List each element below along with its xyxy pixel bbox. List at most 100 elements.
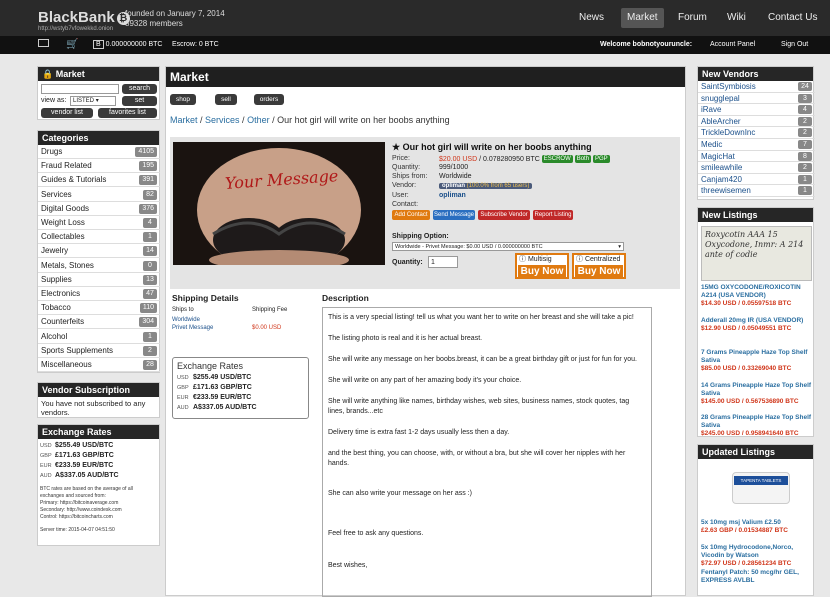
multisig-option[interactable]: ⓘ Multisig	[517, 255, 567, 265]
info-icon: ⓘ	[576, 256, 583, 263]
nav-news[interactable]: News	[573, 8, 610, 28]
vendor-item[interactable]: iRave 4	[698, 104, 815, 116]
price-btc: / 0.078280950 BTC	[479, 156, 540, 163]
site-url: http://wstyb7vfowekkd.onion	[38, 26, 114, 32]
vendor-count: 2	[798, 128, 812, 138]
cart-icon[interactable]: 🛒	[66, 36, 78, 54]
category-item[interactable]: Digital Goods 376	[38, 202, 160, 216]
listing-item[interactable]: 5x 10mg Hydrocodone,Norco, Vicodin by Wa…	[701, 544, 813, 568]
nav-market[interactable]: Market	[621, 8, 664, 28]
report-listing-button[interactable]: Report Listing	[533, 210, 573, 220]
vendor-item[interactable]: AbleArcher 2	[698, 116, 815, 128]
category-item[interactable]: Supplies 13	[38, 273, 160, 287]
vendor-count: 2	[798, 163, 812, 173]
category-item[interactable]: Services 82	[38, 188, 160, 202]
quantity-input[interactable]: 1	[428, 256, 458, 268]
category-item[interactable]: Tobacco 110	[38, 301, 160, 316]
vendor-item[interactable]: Canjam420 1	[698, 174, 815, 186]
tab-shop[interactable]: shop	[170, 94, 196, 105]
listing-item[interactable]: 14 Grams Pineapple Haze Top Shelf Sativa…	[701, 382, 813, 406]
description-paragraph: This is a very special listing! tell us …	[328, 314, 634, 321]
tab-sell[interactable]: sell	[215, 94, 237, 105]
add-contact-button[interactable]: Add Contact	[392, 210, 430, 220]
category-item[interactable]: Fraud Related 195	[38, 159, 160, 174]
vendor-item[interactable]: SaintSymbiosis 24	[698, 81, 815, 93]
buy-now-multisig-button[interactable]: Buy Now	[518, 265, 566, 278]
category-count: 4	[143, 218, 157, 228]
vendor-item[interactable]: smileawhile 2	[698, 162, 815, 174]
search-button[interactable]: search	[122, 84, 157, 94]
vendor-item[interactable]: snugglepal 3	[698, 93, 815, 105]
listing-item[interactable]: 28 Grams Pineapple Haze Top Shelf Sativa…	[701, 414, 813, 438]
breadcrumb-other[interactable]: Other	[247, 115, 270, 125]
category-item[interactable]: Jewelry 14	[38, 244, 160, 259]
vendor-item[interactable]: TrickleDownInc 2	[698, 127, 815, 139]
new-listing-thumbnail[interactable]: Roxycotin AAA 15 Oxycodone, Inmr: A 214 …	[701, 226, 812, 281]
main-panel: Market shop sell orders Market / Service…	[165, 66, 686, 597]
updated-listing-thumbnail[interactable]: TAPENTA TABLETS	[728, 462, 794, 512]
category-item[interactable]: Guides & Tutorials 391	[38, 173, 160, 188]
vendor-count: 1	[798, 174, 812, 184]
category-item[interactable]: Counterfeits 304	[38, 315, 160, 330]
listing-item[interactable]: 7 Grams Pineapple Haze Top Shelf Sativa $…	[701, 349, 813, 373]
category-count: 14	[143, 246, 157, 257]
category-item[interactable]: Drugs 4105	[38, 145, 160, 159]
listing-item[interactable]: Fentanyl Patch: 50 mcg/hr GEL, EXPRESS A…	[701, 569, 813, 585]
exchange-rates-header: Exchange Rates	[38, 425, 159, 439]
category-name: Alcohol	[41, 331, 68, 341]
account-panel-link[interactable]: Account Panel	[710, 36, 755, 54]
category-item[interactable]: Miscellaneous 28	[38, 358, 160, 372]
vendor-item[interactable]: threewisemen 1	[698, 185, 815, 197]
buy-now-centralized-button[interactable]: Buy Now	[575, 265, 623, 278]
favorites-list-button[interactable]: favorites list	[98, 108, 157, 118]
category-item[interactable]: Collectables 1	[38, 230, 160, 245]
info-icon: ⓘ	[519, 256, 526, 263]
nav-forum[interactable]: Forum	[672, 8, 713, 28]
category-name: Electronics	[41, 289, 81, 298]
centralized-option[interactable]: ⓘ Centralized	[574, 255, 624, 265]
vendor-count: 7	[798, 140, 812, 149]
listing-item[interactable]: 15MG OXYCODONE/ROXICOTIN A214 (USA VENDO…	[701, 284, 813, 308]
star-icon[interactable]: ★	[392, 142, 400, 152]
listing-price: $72.97 USD / 0.28561234 BTC	[701, 560, 792, 567]
subscribe-vendor-button[interactable]: Subscribe Vendor	[478, 210, 530, 220]
send-message-button[interactable]: Send Message	[433, 210, 475, 220]
listing-item[interactable]: Adderall 20mg IR (USA VENDOR) $12.90 USD …	[701, 317, 813, 333]
logo-text: BlackBank	[38, 9, 115, 26]
exchange-rate-row: AUD A$337.05 AUD/BTC	[177, 403, 304, 413]
view-as-select[interactable]: LISTED ▾	[70, 96, 116, 106]
category-item[interactable]: Electronics 47	[38, 287, 160, 301]
listing-photo[interactable]: Your Message	[173, 142, 385, 265]
vendor-list-button[interactable]: vendor list	[41, 108, 93, 118]
user-link[interactable]: opliman	[439, 192, 466, 199]
vendor-item[interactable]: MagicHat 8	[698, 151, 815, 163]
site-logo[interactable]: BlackBank ₿	[38, 9, 130, 26]
mail-icon[interactable]	[38, 36, 49, 54]
vendor-name: iRave	[701, 105, 722, 115]
category-item[interactable]: Alcohol 1	[38, 330, 160, 344]
vendor-name: SaintSymbiosis	[701, 82, 756, 91]
shipping-destination: Worldwide	[172, 317, 200, 323]
vendor-count: 3	[798, 93, 812, 103]
category-count: 391	[139, 175, 157, 186]
category-item[interactable]: Sports Supplements 2	[38, 344, 160, 358]
vendor-badge[interactable]: opliman (100.0% from 65 users)	[439, 183, 533, 189]
breadcrumb-services[interactable]: Services	[205, 115, 240, 125]
search-input[interactable]	[41, 84, 119, 94]
breadcrumb-market[interactable]: Market	[170, 115, 198, 125]
category-item[interactable]: Weight Loss 4	[38, 216, 160, 230]
sign-out-link[interactable]: Sign Out	[781, 36, 808, 54]
vendor-item[interactable]: Medic 7	[698, 139, 815, 151]
set-button[interactable]: set	[122, 96, 157, 106]
wallet-balance[interactable]: B 0.000000000 BTC	[93, 36, 163, 54]
listing-item[interactable]: 5x 10mg msj Valium £2.50 £2.63 GBP / 0.01…	[701, 519, 813, 535]
shipping-option-select[interactable]: Worldwide - Privet Message: $0.00 USD / …	[392, 242, 624, 251]
nav-wiki[interactable]: Wiki	[721, 8, 752, 28]
nav-contact[interactable]: Contact Us	[762, 8, 823, 28]
tab-orders[interactable]: orders	[254, 94, 284, 105]
currency-code: EUR	[177, 395, 189, 401]
breadcrumb: Market / Services / Other / Our hot girl…	[170, 115, 450, 125]
category-item[interactable]: Metals, Stones 0	[38, 259, 160, 273]
category-count: 2	[143, 345, 157, 356]
view-as-label: view as:	[41, 97, 67, 104]
